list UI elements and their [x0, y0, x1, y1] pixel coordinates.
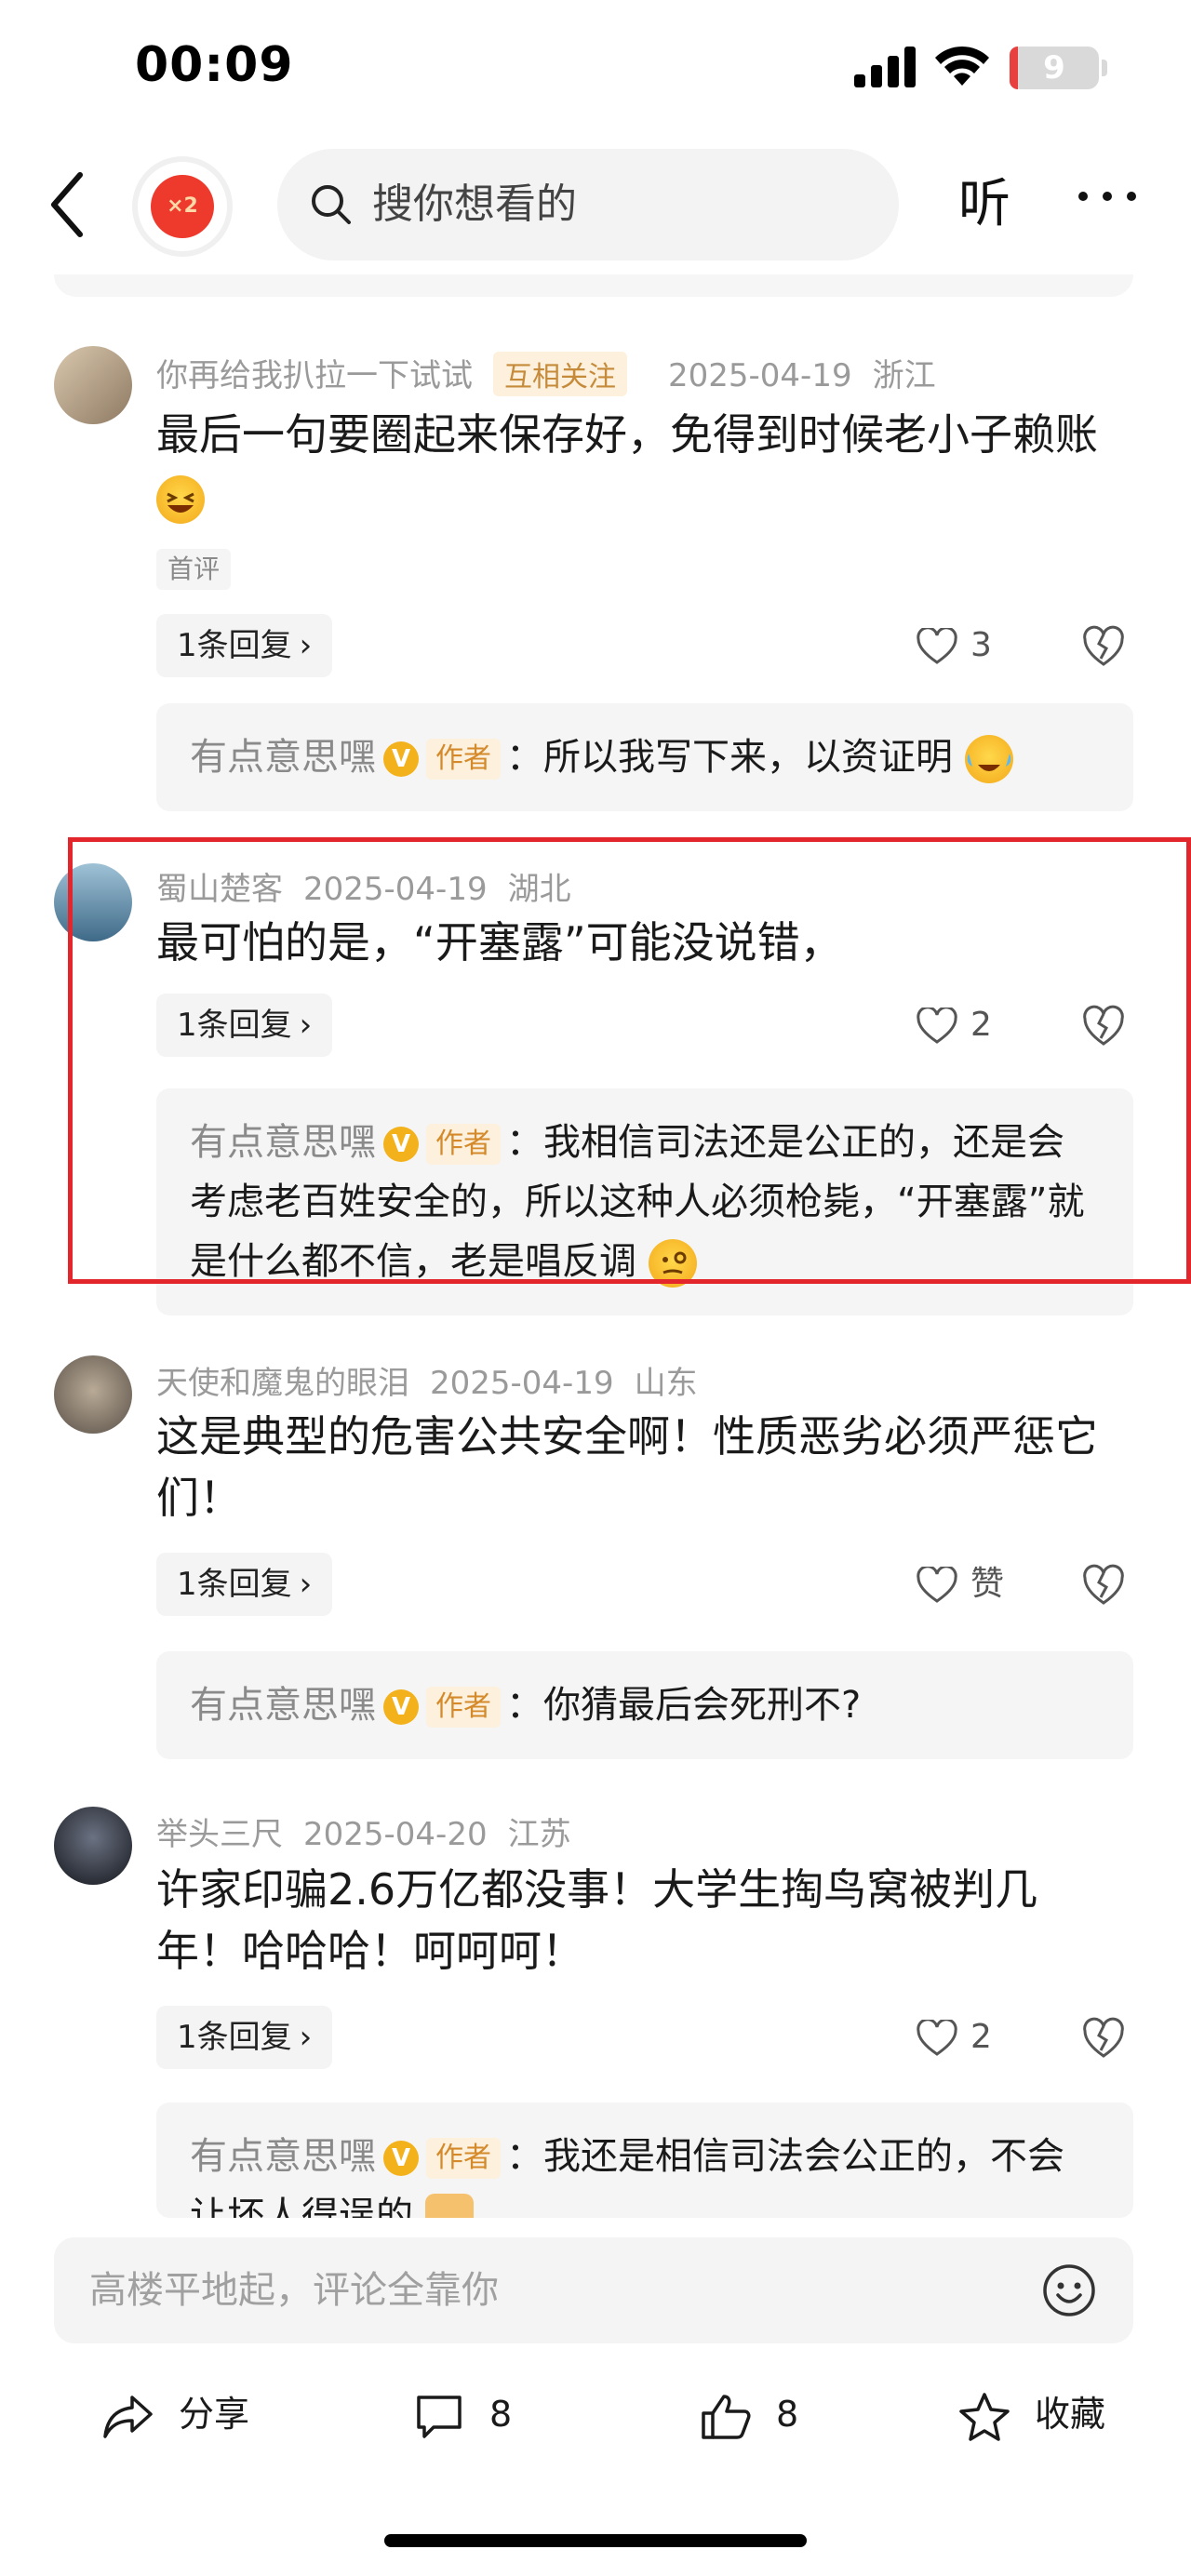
- highlight-box: [68, 837, 1191, 1284]
- mutual-follow-tag: 互相关注: [493, 352, 627, 396]
- comment-icon: [417, 2395, 462, 2438]
- broken-heart-icon[interactable]: [1082, 625, 1125, 668]
- comment-meta: 天使和魔鬼的眼泪 2025-04-19 山东: [156, 1357, 718, 1403]
- battery-icon: 9: [1010, 47, 1099, 89]
- comment-date: 2025-04-19: [430, 1365, 614, 1402]
- view-replies-button[interactable]: 1条回复 ›: [156, 1553, 333, 1616]
- battery-percent: 9: [1043, 49, 1065, 87]
- author-name[interactable]: 有点意思嘿: [190, 2135, 376, 2178]
- chevron-right-icon: ›: [299, 627, 313, 664]
- battery-tip: [1102, 60, 1107, 76]
- comment-username[interactable]: 你再给我扒拉一下试试: [156, 357, 473, 394]
- like-article-count: 8: [776, 2394, 799, 2435]
- user-avatar[interactable]: [54, 1355, 132, 1434]
- share-button[interactable]: 分享: [102, 2368, 249, 2461]
- comment-region: 江苏: [507, 1816, 571, 1853]
- broken-heart-icon[interactable]: [1082, 1564, 1125, 1607]
- comment-username[interactable]: 天使和魔鬼的眼泪: [156, 1365, 409, 1402]
- user-avatar[interactable]: [54, 346, 132, 424]
- author-name[interactable]: 有点意思嘿: [190, 736, 376, 779]
- comment-text: 最后一句要圈起来保存好，免得到时候老小子赖账: [156, 404, 1143, 527]
- comment-input-placeholder: 高楼平地起，评论全靠你: [89, 2269, 499, 2312]
- favorite-button[interactable]: 收藏: [958, 2368, 1105, 2461]
- reward-gift-button[interactable]: ×2: [132, 156, 233, 257]
- status-bar: 00:09 9: [0, 0, 1191, 140]
- comment-text-content: 最后一句要圈起来保存好，免得到时候老小子赖账: [156, 409, 1098, 460]
- gift-multiplier: ×2: [167, 194, 198, 218]
- comment-text: 这是典型的危害公共安全啊！性质恶劣必须严惩它们！: [156, 1411, 1098, 1523]
- like-count: 赞: [970, 1565, 1005, 1603]
- verified-badge-icon: V: [383, 1689, 419, 1725]
- gift-icon: ×2: [151, 175, 214, 238]
- reply-count-label: 1条回复: [177, 2019, 292, 2056]
- author-reply[interactable]: 有点意思嘿 V 作者 ：我还是相信司法会公正的，不会让坏人得逞的: [156, 2102, 1133, 2218]
- comment-meta: 举头三尺 2025-04-20 江苏: [156, 1809, 592, 1854]
- author-tag: 作者: [426, 2138, 501, 2179]
- comment-date: 2025-04-20: [303, 1816, 488, 1853]
- comment-input[interactable]: 高楼平地起，评论全靠你: [54, 2237, 1133, 2343]
- favorite-label: 收藏: [1035, 2394, 1106, 2435]
- reply-text: ：所以我写下来，以资证明: [506, 736, 953, 779]
- user-avatar[interactable]: [54, 1807, 132, 1885]
- view-replies-button[interactable]: 1条回复 ›: [156, 614, 333, 677]
- wifi-icon: [935, 46, 989, 86]
- verified-badge-icon: V: [383, 741, 419, 777]
- top-nav: ×2 搜你想看的 听: [0, 140, 1191, 270]
- thumbs-up-icon: [702, 2394, 751, 2439]
- action-bar: 分享 8 8 收藏: [0, 2368, 1191, 2461]
- heart-icon: [917, 1565, 957, 1603]
- share-label: 分享: [179, 2394, 250, 2435]
- comment-meta: 你再给我扒拉一下试试 互相关注 2025-04-19 浙江: [156, 350, 957, 396]
- like-article-button[interactable]: 8: [700, 2368, 798, 2461]
- home-indicator: [384, 2534, 807, 2547]
- author-tag: 作者: [426, 1687, 501, 1728]
- heart-icon: [917, 2018, 957, 2056]
- comments-button[interactable]: 8: [413, 2368, 512, 2461]
- author-reply[interactable]: 有点意思嘿 V 作者 ：所以我写下来，以资证明: [156, 703, 1133, 811]
- heart-icon: [917, 626, 957, 664]
- comment-username[interactable]: 举头三尺: [156, 1816, 283, 1853]
- listen-button[interactable]: 听: [958, 167, 1010, 242]
- chevron-right-icon: ›: [299, 1566, 313, 1603]
- search-bar[interactable]: 搜你想看的: [277, 149, 899, 260]
- signal-icon: [854, 47, 916, 87]
- comment-date: 2025-04-19: [668, 357, 852, 394]
- share-icon: [103, 2395, 153, 2438]
- author-reply[interactable]: 有点意思嘿 V 作者 ：你猜最后会死刑不?: [156, 1651, 1133, 1759]
- like-button[interactable]: 2: [917, 2006, 992, 2069]
- view-replies-button[interactable]: 1条回复 ›: [156, 2006, 333, 2069]
- comment-region: 浙江: [872, 357, 936, 394]
- laughing-emoji-icon: [156, 474, 205, 524]
- like-count: 2: [970, 2018, 992, 2056]
- like-button[interactable]: 赞: [917, 1553, 1004, 1616]
- first-comment-tag: 首评: [156, 549, 232, 590]
- reply-count-label: 1条回复: [177, 627, 292, 664]
- chevron-right-icon: ›: [299, 2019, 313, 2056]
- back-arrow-icon[interactable]: [45, 167, 91, 242]
- broken-heart-icon[interactable]: [1082, 2017, 1125, 2060]
- like-button[interactable]: 3: [917, 614, 992, 677]
- comment-text: 许家印骗2.6万亿都没事！大学生掏鸟窝被判几年！哈哈哈！呵呵呵！: [156, 1864, 1038, 1976]
- emoji-picker-icon[interactable]: [1042, 2263, 1096, 2317]
- comment-count: 8: [489, 2394, 513, 2435]
- reply-text: ：你猜最后会死刑不?: [506, 1684, 862, 1727]
- thumbs-up-emoji-icon: [424, 2194, 474, 2218]
- author-name[interactable]: 有点意思嘿: [190, 1684, 376, 1727]
- author-tag: 作者: [426, 739, 501, 780]
- previous-card-edge: [54, 274, 1133, 297]
- status-time: 00:09: [135, 37, 294, 93]
- more-options-icon[interactable]: [1075, 182, 1140, 210]
- comment-region: 山东: [634, 1365, 698, 1402]
- search-icon: [312, 185, 351, 224]
- crying-laugh-emoji-icon: [964, 735, 1013, 783]
- reply-count-label: 1条回复: [177, 1566, 292, 1603]
- star-icon: [959, 2392, 1010, 2441]
- search-placeholder: 搜你想看的: [372, 180, 577, 228]
- verified-badge-icon: V: [383, 2141, 419, 2176]
- like-count: 3: [970, 626, 992, 664]
